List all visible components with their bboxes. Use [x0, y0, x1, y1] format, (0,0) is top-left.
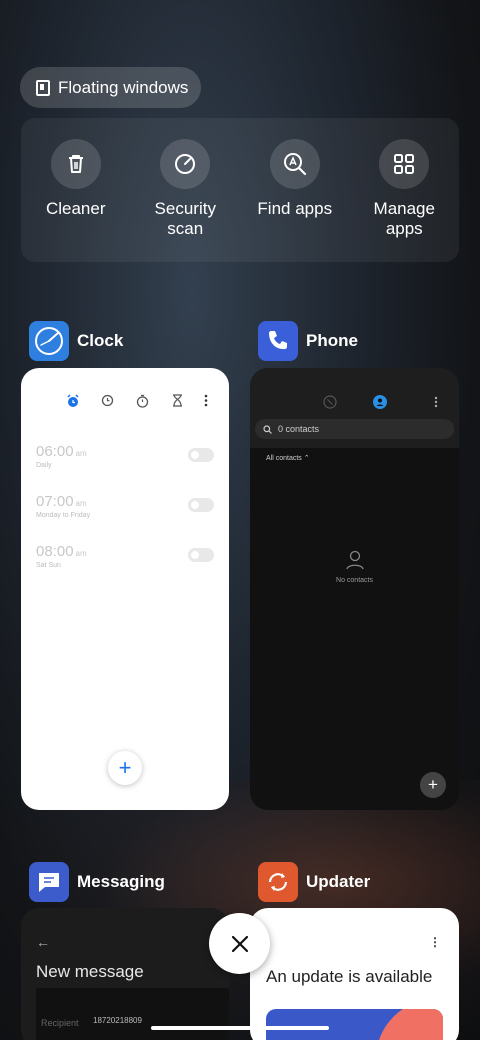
quick-tools-panel: Cleaner Security scan Find apps Manage a…	[21, 118, 459, 262]
security-scan-icon	[175, 154, 196, 174]
close-icon	[231, 935, 248, 952]
floating-windows-label: Floating windows	[58, 77, 189, 97]
phone-app-card[interactable]: 0 contacts All contacts ⌃ No contacts +	[250, 368, 459, 810]
back-arrow-icon[interactable]: ←	[36, 934, 50, 950]
cleaner-button[interactable]: Cleaner	[26, 139, 126, 262]
alarm-toggle[interactable]	[188, 548, 214, 562]
find-apps-button[interactable]: Find apps	[245, 139, 345, 262]
recents-icon[interactable]	[323, 395, 337, 409]
more-options-icon[interactable]	[204, 394, 208, 407]
floating-window-icon	[36, 79, 50, 96]
all-contacts-filter[interactable]: All contacts ⌃	[266, 454, 310, 462]
recipient-bar: Recipient 18720218809	[36, 988, 229, 1040]
phone-top-bar: 0 contacts	[250, 368, 459, 448]
phone-app-header[interactable]: Phone	[258, 321, 358, 361]
new-message-title: New message	[36, 962, 144, 981]
alarm-time: 08:00 am	[36, 543, 87, 560]
clock-tab-bar	[21, 394, 229, 410]
home-indicator[interactable]	[151, 1026, 329, 1030]
cleaner-label: Cleaner	[45, 199, 106, 218]
manage-apps-label: Manage apps	[373, 199, 435, 238]
clock-app-icon	[29, 321, 69, 361]
find-apps-label: Find apps	[257, 199, 333, 218]
close-all-button[interactable]	[209, 913, 270, 974]
phone-app-icon	[258, 321, 298, 361]
contacts-icon[interactable]	[373, 395, 387, 409]
phone-app-name: Phone	[306, 331, 358, 350]
alarm-row[interactable]: 08:00 am Sat Sun	[36, 543, 214, 583]
stopwatch-icon[interactable]	[136, 394, 149, 408]
floating-windows-button[interactable]: Floating windows	[20, 67, 201, 108]
contacts-search-input[interactable]: 0 contacts	[255, 419, 454, 439]
updater-app-name: Updater	[306, 872, 371, 891]
alarm-repeat: Daily	[36, 462, 52, 469]
updater-app-card[interactable]: ⋮ An update is available	[250, 908, 459, 1040]
alarm-time: 06:00 am	[36, 443, 87, 460]
messaging-app-header[interactable]: Messaging	[29, 862, 165, 902]
search-placeholder: 0 contacts	[278, 424, 320, 434]
empty-state-text: No contacts	[336, 577, 373, 584]
messaging-app-card[interactable]: ← New message Recipient 18720218809	[21, 908, 229, 1040]
alarm-row[interactable]: 06:00 am Daily	[36, 443, 214, 483]
person-icon	[346, 550, 364, 570]
alarm-repeat: Monday to Friday	[36, 512, 91, 519]
clock-app-card[interactable]: 06:00 am Daily 07:00 am Monday to Friday 0…	[21, 368, 229, 810]
clock-app-header[interactable]: Clock	[29, 321, 123, 361]
add-contact-button[interactable]: +	[420, 772, 446, 798]
recipient-number: 18720218809	[93, 1016, 142, 1025]
find-apps-icon	[283, 153, 306, 176]
messaging-app-icon	[29, 862, 69, 902]
trash-icon	[68, 155, 83, 173]
alarm-time: 07:00 am	[36, 493, 87, 510]
security-scan-button[interactable]: Security scan	[135, 139, 235, 262]
clock-tab-icon[interactable]	[101, 394, 114, 407]
alarm-row[interactable]: 07:00 am Monday to Friday	[36, 493, 214, 533]
alarm-icon[interactable]	[66, 394, 80, 408]
alarm-toggle[interactable]	[188, 498, 214, 512]
more-options-icon[interactable]	[434, 396, 438, 408]
chevron-updown-icon: ⌃	[303, 455, 310, 462]
recipient-label[interactable]: Recipient	[41, 1018, 79, 1028]
clock-app-name: Clock	[77, 331, 124, 350]
updater-app-header[interactable]: Updater	[258, 862, 370, 902]
add-alarm-button[interactable]: +	[108, 751, 142, 785]
search-icon	[263, 424, 272, 434]
manage-apps-button[interactable]: Manage apps	[354, 139, 454, 262]
grid-icon	[394, 154, 415, 174]
alarm-repeat: Sat Sun	[36, 562, 61, 569]
security-scan-label: Security scan	[154, 199, 216, 238]
timer-icon[interactable]	[172, 394, 183, 407]
alarm-toggle[interactable]	[188, 448, 214, 462]
updater-app-icon	[258, 862, 298, 902]
update-banner-image	[266, 1009, 443, 1040]
update-available-title: An update is available	[266, 967, 433, 986]
more-options-icon[interactable]: ⋮	[429, 935, 441, 949]
messaging-app-name: Messaging	[77, 872, 165, 891]
